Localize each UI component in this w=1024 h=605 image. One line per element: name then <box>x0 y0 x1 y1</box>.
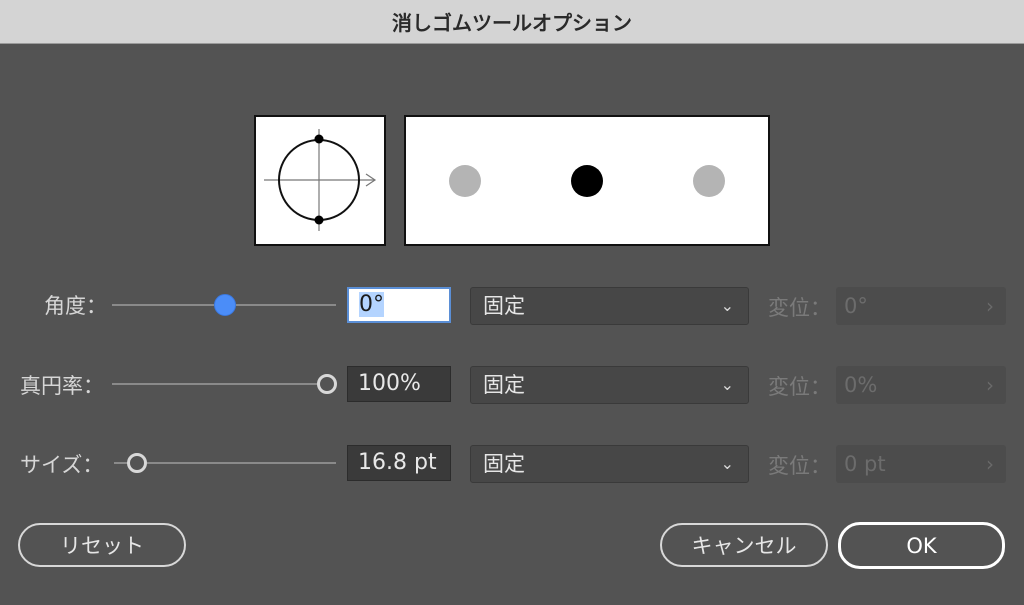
size-label: サイズ： <box>20 453 104 477</box>
chevron-down-icon: ⌄ <box>720 296 734 315</box>
angle-variation-value: 0° <box>844 294 868 318</box>
chevron-right-icon: › <box>986 452 994 476</box>
size-input[interactable]: 16.8 pt <box>347 445 451 481</box>
size-preview <box>404 115 770 246</box>
chevron-right-icon: › <box>986 373 994 397</box>
angle-input[interactable]: 0° <box>347 287 451 323</box>
size-variation-field[interactable]: 0 pt › <box>836 445 1006 483</box>
chevron-down-icon: ⌄ <box>720 454 734 473</box>
roundness-label: 真円率： <box>20 374 104 398</box>
reset-button[interactable]: リセット <box>18 523 186 567</box>
chevron-right-icon: › <box>986 294 994 318</box>
angle-mode-select[interactable]: 固定 ⌄ <box>470 287 749 325</box>
angle-preview[interactable] <box>254 115 386 246</box>
angle-input-value: 0° <box>359 292 384 317</box>
angle-variation-label: 変位： <box>768 296 831 320</box>
size-input-value: 16.8 pt <box>358 450 437 475</box>
roundness-input[interactable]: 100% <box>347 366 451 402</box>
roundness-mode-value: 固定 <box>483 373 525 397</box>
roundness-mode-select[interactable]: 固定 ⌄ <box>470 366 749 404</box>
roundness-slider-thumb[interactable] <box>317 374 337 394</box>
angle-variation-field[interactable]: 0° › <box>836 287 1006 325</box>
max-size-dot <box>693 165 725 197</box>
cancel-button-label: キャンセル <box>691 534 797 558</box>
angle-label: 角度： <box>44 294 107 318</box>
roundness-variation-field[interactable]: 0% › <box>836 366 1006 404</box>
angle-slider-thumb[interactable] <box>214 294 236 316</box>
min-size-dot <box>449 165 481 197</box>
angle-mode-value: 固定 <box>483 294 525 318</box>
chevron-down-icon: ⌄ <box>720 375 734 394</box>
roundness-slider-track[interactable] <box>112 383 318 385</box>
cancel-button[interactable]: キャンセル <box>660 523 828 567</box>
window-title: 消しゴムツールオプション <box>392 11 632 35</box>
ok-button-label: OK <box>906 533 937 558</box>
roundness-variation-value: 0% <box>844 373 878 397</box>
size-slider-track-right[interactable] <box>147 462 336 464</box>
size-mode-value: 固定 <box>483 452 525 476</box>
ok-button[interactable]: OK <box>838 522 1005 569</box>
brush-shape-icon <box>264 129 377 231</box>
title-bar: 消しゴムツールオプション <box>0 0 1024 44</box>
reset-button-label: リセット <box>60 534 144 558</box>
size-mode-select[interactable]: 固定 ⌄ <box>470 445 749 483</box>
current-size-dot <box>571 165 603 197</box>
size-variation-label: 変位： <box>768 454 831 478</box>
size-slider-thumb[interactable] <box>127 453 147 473</box>
size-variation-value: 0 pt <box>844 452 886 476</box>
size-slider-track-left[interactable] <box>114 462 128 464</box>
roundness-input-value: 100% <box>358 371 421 396</box>
roundness-variation-label: 変位： <box>768 375 831 399</box>
